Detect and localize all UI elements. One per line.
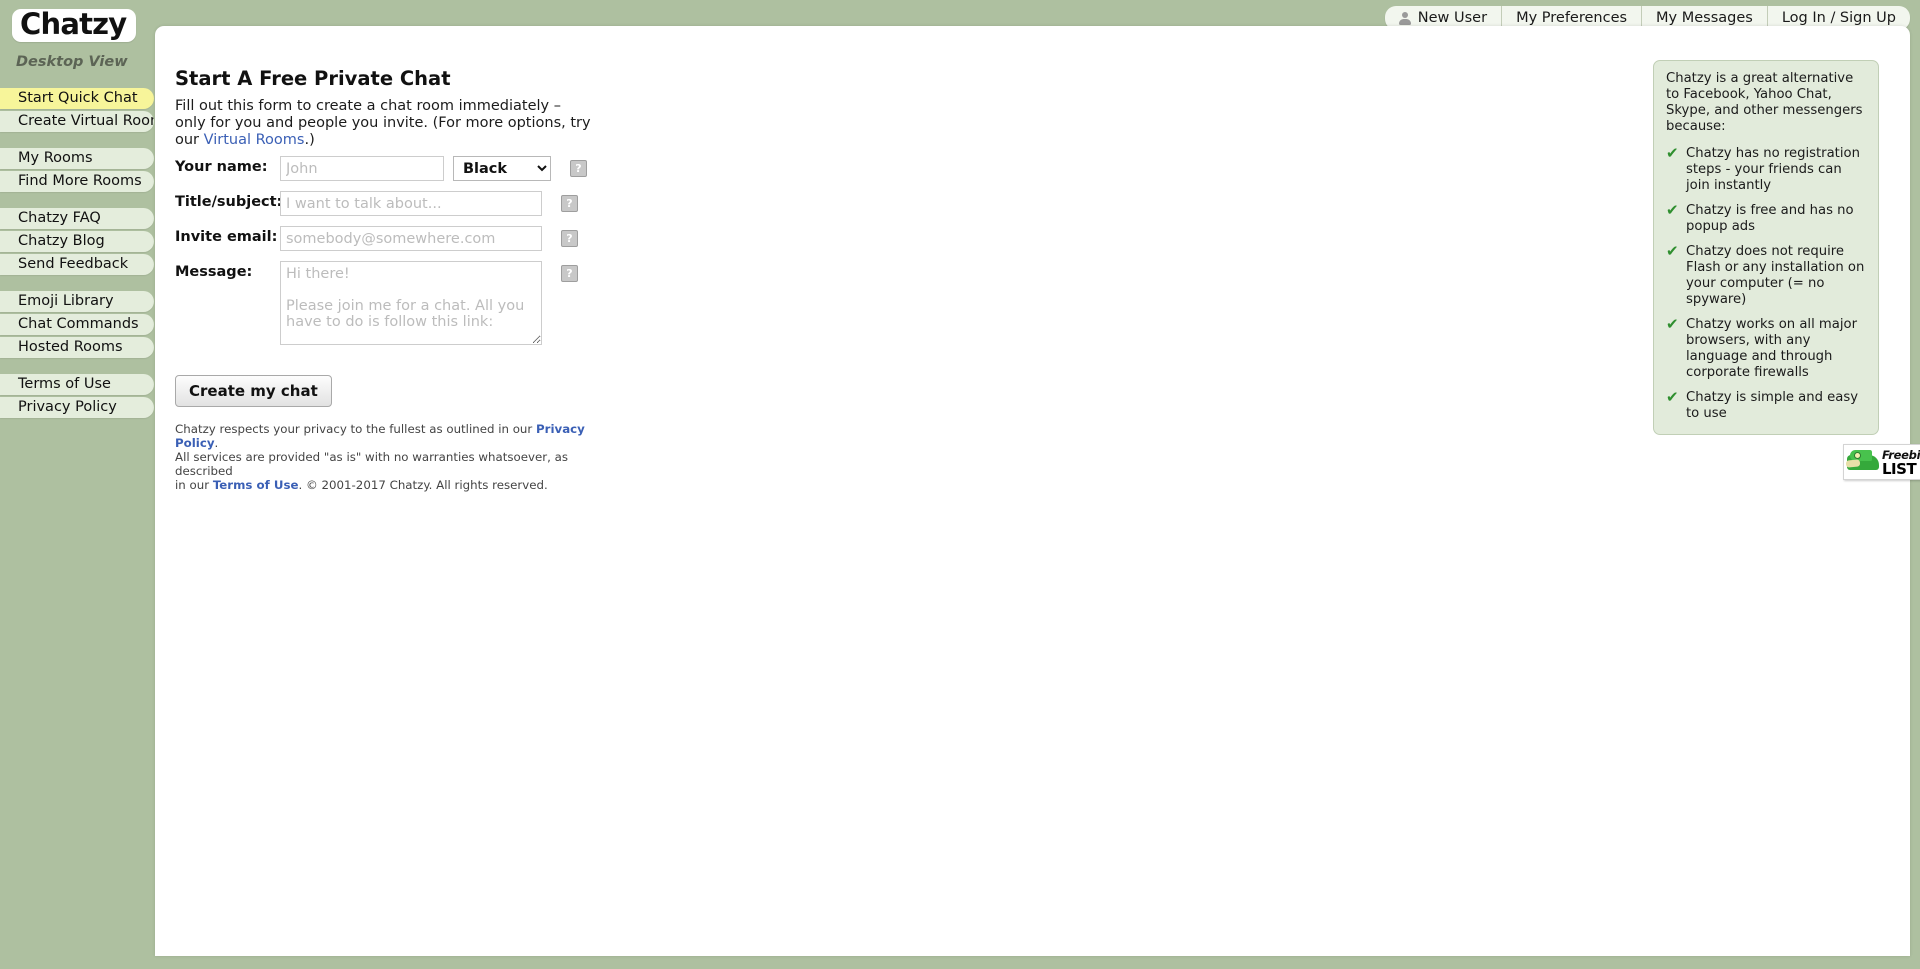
message-label: Message: <box>175 261 280 280</box>
info-item-text: Chatzy does not require Flash or any ins… <box>1686 244 1864 307</box>
check-icon: ✔ <box>1666 145 1679 161</box>
sidebar-group-rooms: My Rooms Find More Rooms <box>0 148 154 192</box>
invite-email-input[interactable] <box>280 226 542 251</box>
message-textarea[interactable] <box>280 261 542 345</box>
check-icon: ✔ <box>1666 389 1679 405</box>
legal-line2: All services are provided "as is" with n… <box>175 450 568 478</box>
list-item: ✔ Chatzy has no registration steps - you… <box>1666 146 1866 194</box>
sidebar-item-find-more-rooms[interactable]: Find More Rooms <box>0 171 154 192</box>
help-icon-name[interactable]: ? <box>570 160 587 177</box>
topnav-new-user-label: New User <box>1418 10 1487 26</box>
page-description-part2: .) <box>304 132 314 148</box>
form-row-message: Message: ? <box>175 261 587 345</box>
legal-terms-of-use-link[interactable]: Terms of Use <box>213 478 299 492</box>
legal-line3-b: . © 2001-2017 Chatzy. All rights reserve… <box>298 478 547 492</box>
info-item-text: Chatzy has no registration steps - your … <box>1686 146 1860 193</box>
crocodile-icon <box>1846 447 1880 477</box>
sidebar-item-start-quick-chat[interactable]: Start Quick Chat <box>0 88 154 109</box>
help-icon-message[interactable]: ? <box>561 265 578 282</box>
sidebar-item-create-virtual-room[interactable]: Create Virtual Room <box>0 111 154 132</box>
form-row-name: Your name: BlackBlueGreenRedPurpleOrange… <box>175 156 587 181</box>
list-item: ✔ Chatzy works on all major browsers, wi… <box>1666 317 1866 381</box>
legal-line3-a: in our <box>175 478 213 492</box>
legal-line1-a: Chatzy respects your privacy to the full… <box>175 422 536 436</box>
sidebar-item-chatzy-blog[interactable]: Chatzy Blog <box>0 231 154 252</box>
sidebar-item-send-feedback[interactable]: Send Feedback <box>0 254 154 275</box>
sidebar-item-hosted-rooms[interactable]: Hosted Rooms <box>0 337 154 358</box>
sidebar-item-terms-of-use[interactable]: Terms of Use <box>0 374 154 395</box>
sidebar-item-chat-commands[interactable]: Chat Commands <box>0 314 154 335</box>
sidebar-group-tools: Emoji Library Chat Commands Hosted Rooms <box>0 291 154 358</box>
list-item: ✔ Chatzy does not require Flash or any i… <box>1666 244 1866 308</box>
form-row-email: Invite email: ? <box>175 226 587 251</box>
name-color-select[interactable]: BlackBlueGreenRedPurpleOrangeBrownGray <box>453 156 551 181</box>
name-label: Your name: <box>175 156 280 175</box>
title-label: Title/subject: <box>175 191 280 210</box>
sidebar-group-chat: Start Quick Chat Create Virtual Room <box>0 88 154 132</box>
create-my-chat-button[interactable]: Create my chat <box>175 375 332 407</box>
name-input[interactable] <box>280 156 444 181</box>
help-icon-email[interactable]: ? <box>561 230 578 247</box>
info-box-intro: Chatzy is a great alternative to Faceboo… <box>1666 71 1866 135</box>
sidebar-item-my-rooms[interactable]: My Rooms <box>0 148 154 169</box>
marketing-info-box: Chatzy is a great alternative to Faceboo… <box>1653 60 1879 435</box>
help-icon-title[interactable]: ? <box>561 195 578 212</box>
topnav-my-messages-label: My Messages <box>1656 10 1753 26</box>
info-box-benefit-list: ✔ Chatzy has no registration steps - you… <box>1666 146 1866 422</box>
sidebar-group-legal: Terms of Use Privacy Policy <box>0 374 154 418</box>
list-item: ✔ Chatzy is free and has no popup ads <box>1666 203 1866 235</box>
freebie-bottom-text: LIST <box>1882 460 1916 478</box>
check-icon: ✔ <box>1666 202 1679 218</box>
info-item-text: Chatzy works on all major browsers, with… <box>1686 317 1857 380</box>
virtual-rooms-link[interactable]: Virtual Rooms <box>204 132 305 148</box>
legal-line1-b: . <box>215 436 219 450</box>
user-icon <box>1399 12 1412 25</box>
check-icon: ✔ <box>1666 243 1679 259</box>
topnav-login-signup-label: Log In / Sign Up <box>1782 10 1896 26</box>
page-description: Fill out this form to create a chat room… <box>175 98 595 149</box>
partner-badges: Freebie LIST T HE FREE SITE <box>1843 444 1920 480</box>
desktop-view-label[interactable]: Desktop View <box>16 54 128 70</box>
sidebar-group-support: Chatzy FAQ Chatzy Blog Send Feedback <box>0 208 154 275</box>
sidebar-navigation: Start Quick Chat Create Virtual Room My … <box>0 88 154 434</box>
form-row-title: Title/subject: ? <box>175 191 587 216</box>
title-input[interactable] <box>280 191 542 216</box>
info-item-text: Chatzy is simple and easy to use <box>1686 390 1858 421</box>
topnav-my-preferences-label: My Preferences <box>1516 10 1627 26</box>
info-item-text: Chatzy is free and has no popup ads <box>1686 203 1854 234</box>
legal-footer-text: Chatzy respects your privacy to the full… <box>175 422 605 492</box>
sidebar-item-chatzy-faq[interactable]: Chatzy FAQ <box>0 208 154 229</box>
email-label: Invite email: <box>175 226 280 245</box>
check-icon: ✔ <box>1666 316 1679 332</box>
list-item: ✔ Chatzy is simple and easy to use <box>1666 390 1866 422</box>
site-logo[interactable]: Chatzy <box>12 9 136 42</box>
freebie-list-badge[interactable]: Freebie LIST <box>1843 444 1920 480</box>
sidebar-item-emoji-library[interactable]: Emoji Library <box>0 291 154 312</box>
freebie-list-badge-text: Freebie LIST <box>1882 447 1920 477</box>
page-title: Start A Free Private Chat <box>175 67 451 90</box>
main-content-panel: Start A Free Private Chat Fill out this … <box>155 26 1910 956</box>
sidebar-item-privacy-policy[interactable]: Privacy Policy <box>0 397 154 418</box>
create-chat-form: Your name: BlackBlueGreenRedPurpleOrange… <box>175 156 587 407</box>
